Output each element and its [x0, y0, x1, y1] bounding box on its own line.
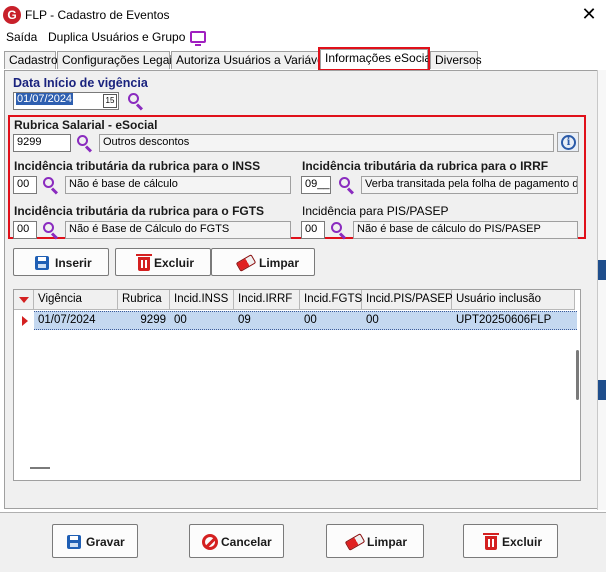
app-logo-icon: G [3, 6, 21, 24]
vigencia-grid: Vigência Rubrica Incid.INSS Incid.IRRF I… [13, 289, 581, 481]
pis-label: Incidência para PIS/PASEP [302, 204, 449, 218]
eraser-icon [344, 533, 366, 551]
title-bar: G FLP - Cadastro de Eventos ✕ [0, 0, 606, 30]
col-header-vigencia[interactable]: Vigência [34, 290, 118, 310]
gravar-button[interactable]: Gravar [52, 524, 138, 558]
col-header-incid-pis[interactable]: Incid.PIS/PASEP [362, 290, 453, 310]
inss-label: Incidência tributária da rubrica para o … [14, 159, 261, 173]
close-button[interactable]: ✕ [578, 3, 600, 25]
cell-incid-fgts[interactable]: 00 [300, 311, 362, 330]
search-icon[interactable] [126, 92, 144, 111]
pis-search-icon[interactable] [329, 221, 347, 240]
trash-icon [136, 254, 152, 271]
fgts-label: Incidência tributária da rubrica para o … [14, 204, 265, 218]
cell-rubrica[interactable]: 9299 [118, 311, 170, 330]
menu-bar: Saída Duplica Usuários e Grupo [0, 28, 606, 48]
inss-code-input[interactable]: 00 [13, 176, 37, 194]
col-header-usuario[interactable]: Usuário inclusão [452, 290, 575, 310]
calendar-icon[interactable]: 15 [103, 94, 117, 108]
cell-incid-pis[interactable]: 00 [362, 311, 452, 330]
limpar-footer-button[interactable]: Limpar [326, 524, 424, 558]
right-edge-scroll [597, 70, 606, 510]
cell-vigencia[interactable]: 01/07/2024 [34, 311, 118, 330]
window-title: FLP - Cadastro de Eventos [25, 8, 170, 22]
inss-search-icon[interactable] [41, 176, 59, 195]
limpar-button[interactable]: Limpar [211, 248, 315, 276]
tab-autoriza-usuarios[interactable]: Autoriza Usuários a Variáveis [171, 51, 333, 69]
tab-highlight-box [318, 47, 430, 71]
irrf-label: Incidência tributária da rubrica para o … [302, 159, 549, 173]
col-header-incid-inss[interactable]: Incid.INSS [170, 290, 234, 310]
sort-down-icon [19, 297, 29, 303]
save-icon [35, 256, 49, 270]
tab-configuracoes-legais[interactable]: Configurações Legais [57, 51, 178, 69]
inss-desc-field: Não é base de cálculo [65, 176, 291, 194]
rubrica-desc-field: Outros descontos [99, 134, 554, 152]
excluir-button[interactable]: Excluir [115, 248, 211, 276]
tab-strip: Cadastro Configurações Legais Autoriza U… [0, 48, 606, 70]
tab-diversos[interactable]: Diversos [430, 51, 482, 69]
cell-usuario[interactable]: UPT20250606FLP [452, 311, 575, 330]
monitor-icon[interactable] [190, 31, 206, 46]
excluir-footer-button[interactable]: Excluir [463, 524, 558, 558]
irrf-code-input[interactable]: 09__ [301, 176, 331, 194]
save-icon [67, 535, 81, 549]
col-header-rubrica[interactable]: Rubrica [118, 290, 170, 310]
cell-incid-irrf[interactable]: 09 [234, 311, 300, 330]
grid-horizontal-scrollbar[interactable] [30, 467, 50, 469]
vigencia-date-value: 01/07/2024 [16, 93, 74, 105]
pis-code-input[interactable]: 00 [301, 221, 325, 239]
grid-vertical-scrollbar[interactable] [575, 310, 581, 480]
gravar-label: Gravar [86, 535, 125, 549]
tab-cadastro[interactable]: Cadastro [4, 51, 58, 69]
cell-incid-inss[interactable]: 00 [170, 311, 234, 330]
cancelar-button[interactable]: Cancelar [189, 524, 284, 558]
menu-item-duplica-usuarios[interactable]: Duplica Usuários e Grupo [48, 30, 185, 44]
irrf-desc-field: Verba transitada pela folha de pagamento… [361, 176, 578, 194]
fgts-code-input[interactable]: 00 [13, 221, 37, 239]
rubrica-label: Rubrica Salarial - eSocial [14, 118, 158, 132]
pis-desc-field: Não é base de cálculo do PIS/PASEP [353, 221, 578, 239]
excluir-footer-label: Excluir [502, 535, 543, 549]
cancelar-label: Cancelar [221, 535, 272, 549]
info-icon: i [561, 135, 576, 150]
cancel-icon [202, 534, 218, 550]
row-pointer-icon [22, 316, 28, 326]
vigencia-label: Data Início de vigência [13, 76, 148, 90]
inserir-label: Inserir [55, 256, 92, 270]
info-button[interactable]: i [557, 132, 579, 152]
rubrica-search-icon[interactable] [75, 134, 93, 153]
limpar-label: Limpar [259, 256, 300, 270]
vigencia-date-input[interactable]: 01/07/2024 15 [13, 92, 119, 110]
rubrica-code-input[interactable]: 9299 [13, 134, 71, 152]
col-header-incid-irrf[interactable]: Incid.IRRF [234, 290, 300, 310]
irrf-search-icon[interactable] [337, 176, 355, 195]
eraser-icon [235, 254, 257, 272]
trash-icon [483, 533, 499, 550]
col-header-incid-fgts[interactable]: Incid.FGTS [300, 290, 362, 310]
fgts-desc-field: Não é Base de Cálculo do FGTS [65, 221, 291, 239]
excluir-label: Excluir [154, 256, 195, 270]
menu-item-saida[interactable]: Saída [6, 30, 37, 44]
limpar-footer-label: Limpar [367, 535, 408, 549]
inserir-button[interactable]: Inserir [13, 248, 109, 276]
grid-sort-header[interactable] [14, 290, 34, 310]
fgts-search-icon[interactable] [41, 221, 59, 240]
